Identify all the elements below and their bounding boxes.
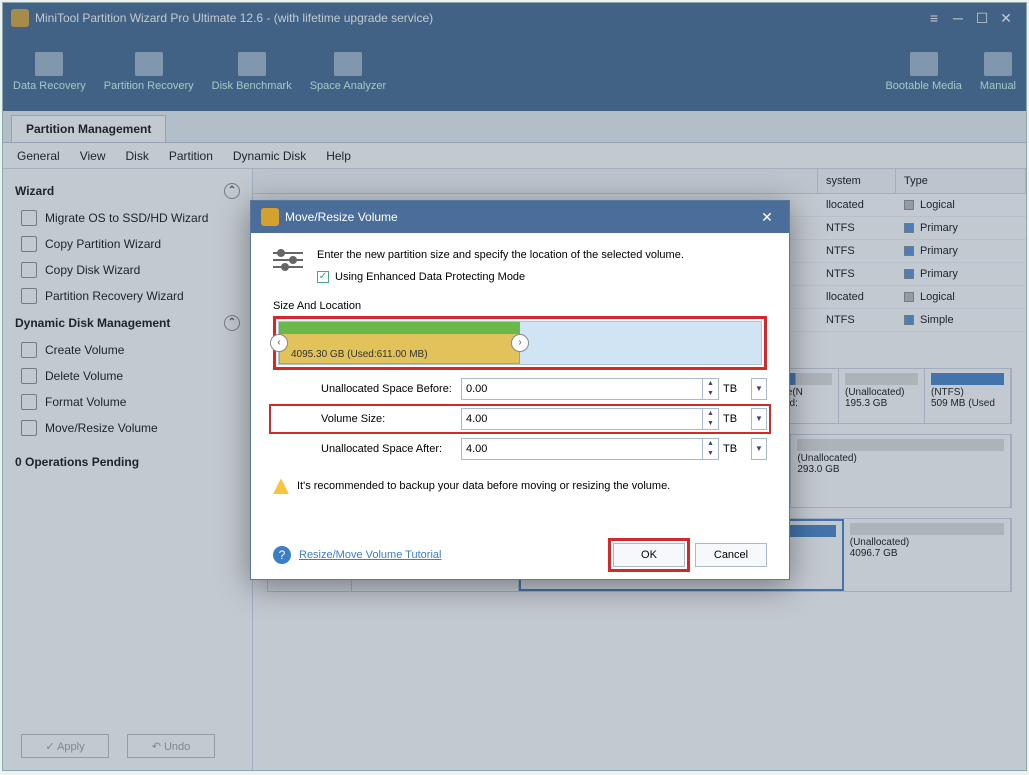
after-input[interactable] [461,438,703,460]
size-spinner[interactable]: ▲▼ [703,408,719,430]
recommendation-text: It's recommended to backup your data bef… [297,480,670,492]
before-label: Unallocated Space Before: [273,383,461,395]
app-icon [261,208,279,226]
after-label: Unallocated Space After: [273,443,461,455]
enhanced-mode-checkbox[interactable]: ✓ [317,271,329,283]
tutorial-link[interactable]: Resize/Move Volume Tutorial [299,549,441,561]
ok-button[interactable]: OK [613,543,685,567]
cancel-button[interactable]: Cancel [695,543,767,567]
dialog-intro: Enter the new partition size and specify… [317,247,684,265]
after-spinner[interactable]: ▲▼ [703,438,719,460]
dialog-title: Move/Resize Volume [285,210,398,224]
before-unit-dd[interactable]: ▼ [751,378,767,400]
help-icon[interactable]: ? [273,546,291,564]
before-spinner[interactable]: ▲▼ [703,378,719,400]
enhanced-mode-label: Using Enhanced Data Protecting Mode [335,269,525,287]
dialog-close-button[interactable]: ✕ [755,205,779,229]
size-input[interactable] [461,408,703,430]
size-unit-dd[interactable]: ▼ [751,408,767,430]
size-slider[interactable]: ‹ › 4095.30 GB (Used:611.00 MB) [278,321,762,365]
before-input[interactable] [461,378,703,400]
warning-icon [273,478,289,494]
move-resize-dialog: Move/Resize Volume ✕ Enter the new parti… [250,200,790,580]
sliders-icon [273,247,303,277]
size-location-label: Size And Location [273,300,767,312]
size-label: Volume Size: [273,413,461,425]
size-bar-label: 4095.30 GB (Used:611.00 MB) [291,349,428,360]
after-unit-dd[interactable]: ▼ [751,438,767,460]
right-handle[interactable]: › [511,334,529,352]
left-handle[interactable]: ‹ [270,334,288,352]
